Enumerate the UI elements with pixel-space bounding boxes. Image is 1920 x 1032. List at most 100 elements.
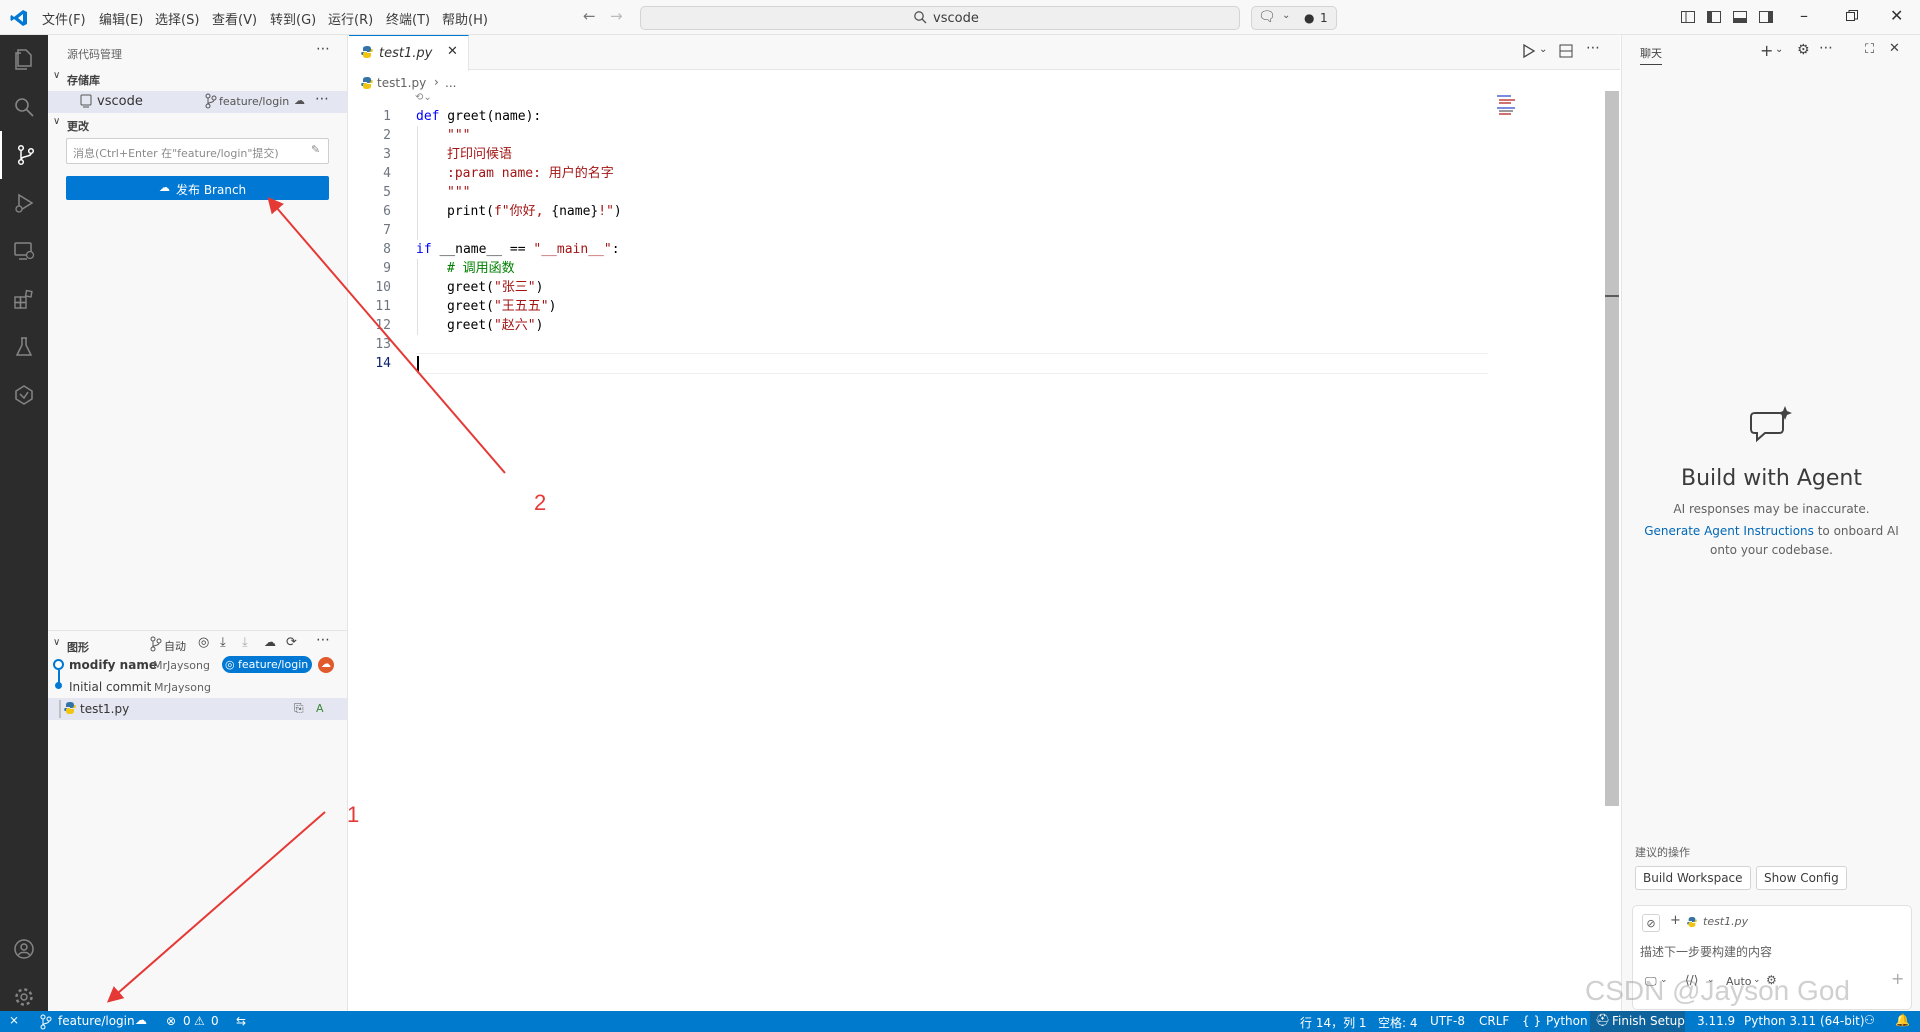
search-icon[interactable] [0, 83, 48, 131]
menu-run[interactable]: 运行(R) [328, 9, 373, 28]
python-version[interactable]: 3.11.9 [1697, 1014, 1735, 1028]
repository-row[interactable]: vscode feature/login ☁ ⋯ [48, 91, 347, 113]
line-ending[interactable]: CRLF [1479, 1014, 1509, 1028]
tab-test1-py[interactable]: test1.py ✕ [349, 35, 469, 71]
menu-file[interactable]: 文件(F) [42, 9, 86, 28]
chevron-down-icon[interactable]: ⌄ [1660, 975, 1668, 985]
copilot-status-icon[interactable]: ⚇ [1864, 1013, 1875, 1027]
gear-icon[interactable]: ⚙ [1797, 42, 1810, 58]
agent-mode-icon[interactable]: 🖵 [1645, 974, 1657, 989]
repositories-header[interactable]: 存储库 [67, 72, 100, 88]
refresh-icon[interactable]: ⟳ [286, 635, 297, 650]
minimize-icon[interactable]: – [1800, 6, 1808, 25]
cursor-position[interactable]: 行 14，列 1 [1300, 1014, 1367, 1031]
chevron-down-icon[interactable]: ∨ [53, 637, 60, 648]
warning-count[interactable]: 0 [211, 1014, 219, 1028]
layout-icon[interactable] [1680, 9, 1696, 25]
toggle-panel-icon[interactable] [1732, 9, 1748, 25]
python-interpreter[interactable]: Python 3.11 (64-bit) [1744, 1014, 1865, 1028]
add-context-icon[interactable]: + [1670, 913, 1681, 928]
chat-input-box[interactable]: ⊘ + test1.py 描述下一步要构建的内容 🖵 ⌄ ⟨/⟩ ⌄ Auto … [1632, 905, 1912, 1010]
build-workspace-button[interactable]: Build Workspace [1635, 866, 1751, 890]
chevron-down-icon[interactable]: ⌄ [1775, 44, 1783, 55]
chevron-down-icon[interactable]: ⌄ [1539, 44, 1547, 55]
chevron-down-icon[interactable]: ⌄ [1707, 975, 1715, 985]
send-icon[interactable]: + [1891, 969, 1904, 988]
close-tab-icon[interactable]: ✕ [447, 44, 458, 59]
publish-cloud-icon[interactable]: ☁ [135, 1013, 147, 1027]
new-chat-icon[interactable]: + [1760, 41, 1773, 60]
chat-tab[interactable]: 聊天 [1640, 45, 1662, 65]
copilot-agent-icon[interactable] [0, 371, 48, 419]
notifications-bell-icon[interactable]: 🔔 [1895, 1013, 1910, 1027]
more-actions-icon[interactable]: ⋯ [316, 41, 330, 57]
breadcrumb-file[interactable]: test1.py [377, 76, 426, 90]
graph-commit-row[interactable]: modify name MrJaysong ◎ feature/login ☁ [48, 655, 347, 686]
changed-file-row[interactable]: test1.py ⎘ A [48, 698, 347, 720]
pull-icon[interactable]: ⤓ [242, 635, 248, 650]
warning-icon[interactable]: ⚠ [194, 1014, 205, 1028]
graph-more-icon[interactable]: ⋯ [316, 632, 330, 648]
target-icon[interactable]: ◎ [198, 635, 209, 650]
run-play-icon[interactable] [1522, 44, 1536, 58]
testing-icon[interactable] [0, 323, 48, 371]
encoding[interactable]: UTF-8 [1430, 1014, 1465, 1028]
remote-indicator-icon[interactable]: ⨯ [9, 1013, 19, 1027]
ports-icon[interactable]: ⇆ [236, 1014, 246, 1028]
menu-view[interactable]: 查看(V) [212, 9, 257, 28]
copilot-status[interactable]: 🗨 ⌄ ● 1 [1251, 6, 1337, 30]
menu-selection[interactable]: 选择(S) [155, 9, 199, 28]
model-picker[interactable]: Auto [1726, 975, 1752, 988]
back-arrow-icon[interactable]: ← [583, 7, 596, 25]
extensions-icon[interactable] [0, 275, 48, 323]
menu-go[interactable]: 转到(G) [270, 9, 316, 28]
indentation[interactable]: 空格: 4 [1378, 1014, 1418, 1031]
graph-commit-row[interactable]: Initial commit MrJaysong [48, 677, 347, 697]
commit-message-input[interactable]: 消息(Ctrl+Enter 在"feature/login"提交) ✎ [66, 138, 329, 164]
forward-arrow-icon[interactable]: → [610, 7, 623, 25]
scrollbar-thumb[interactable] [1605, 91, 1619, 806]
menu-help[interactable]: 帮助(H) [442, 9, 488, 28]
chevron-down-icon[interactable]: ∨ [53, 116, 60, 127]
repo-more-icon[interactable]: ⋯ [315, 91, 329, 107]
publish-branch-button[interactable]: ☁ 发布 Branch [66, 176, 329, 200]
menu-terminal[interactable]: 终端(T) [386, 9, 430, 28]
close-window-icon[interactable]: ✕ [1890, 6, 1903, 25]
status-branch[interactable]: feature/login [58, 1014, 135, 1028]
finish-setup-button[interactable]: ⛑ Finish Setup [1590, 1011, 1685, 1032]
chevron-down-icon[interactable]: ∨ [53, 70, 60, 81]
open-file-icon[interactable]: ⎘ [294, 701, 304, 716]
maximize-icon[interactable]: ⛶ [1865, 42, 1874, 57]
chat-more-icon[interactable]: ⋯ [1819, 40, 1833, 56]
toggle-sidebar-icon[interactable] [1706, 9, 1722, 25]
generate-instructions-link[interactable]: Generate Agent Instructions [1644, 524, 1814, 538]
graph-auto-label[interactable]: 自动 [164, 638, 186, 654]
error-count[interactable]: 0 [183, 1014, 191, 1028]
remote-explorer-icon[interactable] [0, 227, 48, 275]
fetch-icon[interactable]: ⤓ [220, 635, 226, 650]
cloud-upload-icon[interactable]: ☁ [294, 94, 305, 107]
attach-icon[interactable]: ⊘ [1642, 914, 1660, 932]
cloud-upload-icon[interactable]: ☁ [264, 635, 276, 649]
sparkle-icon[interactable]: ✎ [311, 143, 320, 156]
run-debug-icon[interactable] [0, 179, 48, 227]
menu-edit[interactable]: 编辑(E) [99, 9, 143, 28]
minimap[interactable] [1489, 91, 1534, 131]
explorer-icon[interactable] [0, 35, 48, 83]
vertical-scrollbar[interactable] [1605, 91, 1619, 806]
toggle-secondary-sidebar-icon[interactable] [1758, 9, 1774, 25]
source-control-icon[interactable] [0, 131, 50, 179]
restore-icon[interactable] [1846, 10, 1858, 22]
chevron-down-icon[interactable]: ⌄ [1753, 975, 1761, 985]
changes-header[interactable]: 更改 [67, 118, 89, 134]
code-area[interactable]: def greet(name): """ 打印问候语 :param name: … [349, 107, 1489, 407]
error-icon[interactable]: ⊗ [166, 1014, 176, 1028]
code-lens-icon[interactable]: ⟲⌄ [415, 92, 432, 103]
split-editor-icon[interactable] [1559, 44, 1573, 58]
language-mode[interactable]: Python [1546, 1014, 1588, 1028]
breadcrumb-more[interactable]: ... [445, 76, 456, 90]
editor-more-icon[interactable]: ⋯ [1586, 40, 1600, 56]
close-panel-icon[interactable]: ✕ [1889, 41, 1900, 56]
show-config-button[interactable]: Show Config [1756, 866, 1847, 890]
graph-header[interactable]: 图形 [67, 639, 89, 655]
